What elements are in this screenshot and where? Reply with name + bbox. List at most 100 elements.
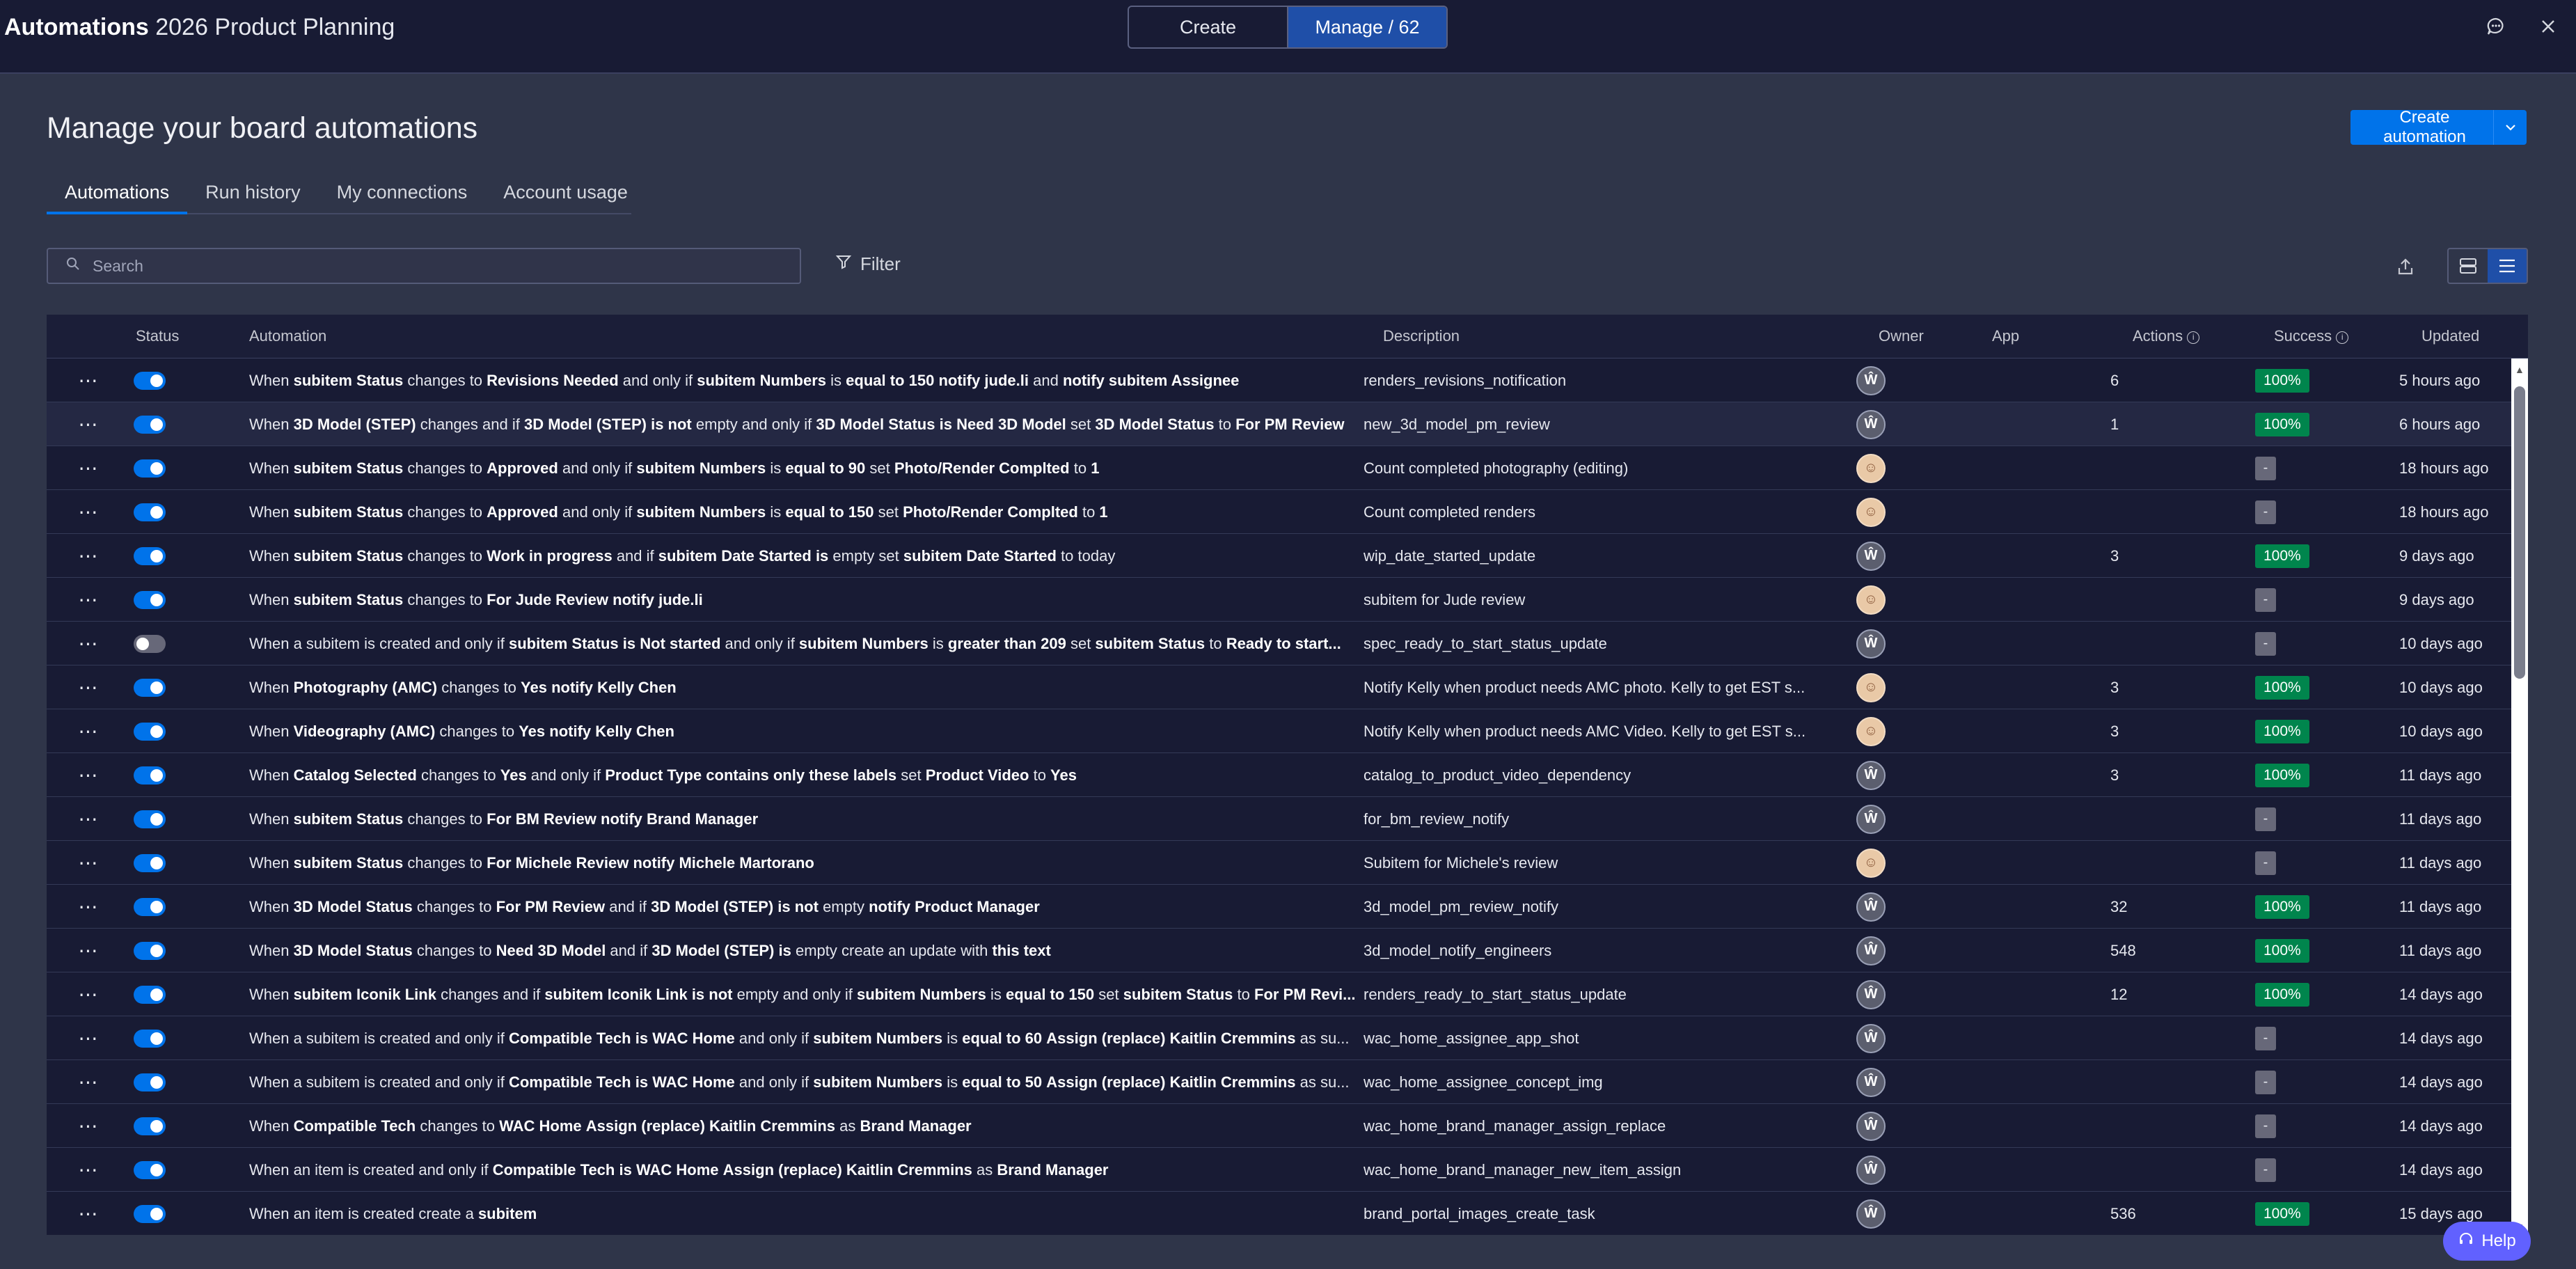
automation-recipe[interactable]: When subitem Status changes to For Miche… [249,841,1377,885]
avatar[interactable]: ☺ [1856,497,1886,527]
manage-mode-button[interactable]: Manage / 62 [1287,7,1446,47]
more-options-icon[interactable]: ⋯ [74,1016,102,1060]
status-toggle[interactable] [134,678,166,697]
automation-recipe[interactable]: When 3D Model Status changes to Need 3D … [249,929,1377,972]
table-row[interactable]: ⋯ When subitem Status changes to For Jude… [47,578,2528,622]
table-row[interactable]: ⋯ When Videography (AMC) changes to Yes n… [47,709,2528,753]
tab-account-usage[interactable]: Account usage [485,180,646,214]
status-toggle[interactable] [134,590,166,609]
table-row[interactable]: ⋯ When subitem Status changes to Revision… [47,358,2528,402]
automation-recipe[interactable]: When Photography (AMC) changes to Yes no… [249,665,1377,709]
automation-recipe[interactable]: When a subitem is created and only if Co… [249,1016,1377,1060]
table-row[interactable]: ⋯ When 3D Model Status changes to Need 3D… [47,929,2528,972]
status-toggle[interactable] [134,766,166,785]
status-toggle[interactable] [134,1073,166,1091]
avatar[interactable]: ☺ [1856,453,1886,483]
chevron-down-icon[interactable] [2493,110,2527,145]
status-toggle[interactable] [134,1117,166,1135]
more-options-icon[interactable]: ⋯ [74,753,102,797]
search-input[interactable] [93,256,761,276]
scrollbar-thumb[interactable] [2514,386,2525,679]
status-toggle[interactable] [134,503,166,521]
more-options-icon[interactable]: ⋯ [74,534,102,578]
more-options-icon[interactable]: ⋯ [74,1060,102,1104]
status-toggle[interactable] [134,985,166,1004]
tab-my-connections[interactable]: My connections [319,180,486,214]
table-row[interactable]: ⋯ When subitem Status changes to Work in … [47,534,2528,578]
scrollbar[interactable]: ▲ ▼ [2511,358,2528,1235]
more-options-icon[interactable]: ⋯ [74,446,102,490]
status-toggle[interactable] [134,810,166,828]
status-toggle[interactable] [134,546,166,565]
export-icon[interactable] [2392,253,2419,281]
status-toggle[interactable] [134,459,166,478]
more-options-icon[interactable]: ⋯ [74,1148,102,1192]
automation-recipe[interactable]: When subitem Status changes to Revisions… [249,358,1377,402]
more-options-icon[interactable]: ⋯ [74,972,102,1016]
table-row[interactable]: ⋯ When Catalog Selected changes to Yes an… [47,753,2528,797]
avatar[interactable]: Ŵ [1856,892,1886,922]
more-options-icon[interactable]: ⋯ [74,578,102,622]
automation-recipe[interactable]: When 3D Model (STEP) changes and if 3D M… [249,402,1377,446]
more-options-icon[interactable]: ⋯ [74,709,102,753]
more-options-icon[interactable]: ⋯ [74,402,102,446]
status-toggle[interactable] [134,371,166,390]
info-icon[interactable]: i [2187,331,2200,344]
create-automation-button[interactable]: Create automation [2350,108,2527,146]
automation-recipe[interactable]: When Videography (AMC) changes to Yes no… [249,709,1377,753]
status-toggle[interactable] [134,1160,166,1179]
more-options-icon[interactable]: ⋯ [74,358,102,402]
close-icon[interactable] [2536,14,2561,39]
table-row[interactable]: ⋯ When subitem Status changes to Approved… [47,490,2528,534]
more-options-icon[interactable]: ⋯ [74,797,102,841]
avatar[interactable]: ☺ [1856,672,1886,702]
tab-run-history[interactable]: Run history [187,180,319,214]
more-options-icon[interactable]: ⋯ [74,841,102,885]
create-mode-button[interactable]: Create [1129,7,1287,47]
avatar[interactable]: Ŵ [1856,409,1886,439]
more-options-icon[interactable]: ⋯ [74,622,102,665]
automation-recipe[interactable]: When an item is created create a subitem [249,1192,1377,1235]
card-view-icon[interactable] [2449,249,2488,283]
avatar[interactable]: Ŵ [1856,541,1886,571]
table-row[interactable]: ⋯ When a subitem is created and only if s… [47,622,2528,665]
scroll-up-icon[interactable]: ▲ [2515,364,2524,375]
automation-recipe[interactable]: When subitem Status changes to Work in p… [249,534,1377,578]
feedback-icon[interactable] [2483,14,2508,39]
automation-recipe[interactable]: When subitem Iconik Link changes and if … [249,972,1377,1016]
status-toggle[interactable] [134,415,166,434]
automation-recipe[interactable]: When 3D Model Status changes to For PM R… [249,885,1377,929]
status-toggle[interactable] [134,1204,166,1223]
filter-button[interactable]: Filter [835,253,901,275]
more-options-icon[interactable]: ⋯ [74,1104,102,1148]
automation-recipe[interactable]: When subitem Status changes to Approved … [249,490,1377,534]
avatar[interactable]: Ŵ [1856,1067,1886,1097]
avatar[interactable]: ☺ [1856,716,1886,746]
table-row[interactable]: ⋯ When subitem Status changes to For BM R… [47,797,2528,841]
automation-recipe[interactable]: When a subitem is created and only if su… [249,622,1377,665]
automation-recipe[interactable]: When subitem Status changes to For Jude … [249,578,1377,622]
automation-recipe[interactable]: When an item is created and only if Comp… [249,1148,1377,1192]
automation-recipe[interactable]: When Catalog Selected changes to Yes and… [249,753,1377,797]
table-row[interactable]: ⋯ When an item is created and only if Com… [47,1148,2528,1192]
list-view-icon[interactable] [2488,249,2527,283]
table-row[interactable]: ⋯ When subitem Status changes to Approved… [47,446,2528,490]
automation-recipe[interactable]: When subitem Status changes to Approved … [249,446,1377,490]
status-toggle[interactable] [134,941,166,960]
avatar[interactable]: Ŵ [1856,936,1886,965]
avatar[interactable]: ☺ [1856,848,1886,878]
table-row[interactable]: ⋯ When a subitem is created and only if C… [47,1060,2528,1104]
status-toggle[interactable] [134,853,166,872]
more-options-icon[interactable]: ⋯ [74,665,102,709]
more-options-icon[interactable]: ⋯ [74,929,102,972]
table-row[interactable]: ⋯ When an item is created create a subite… [47,1192,2528,1235]
avatar[interactable]: Ŵ [1856,1023,1886,1053]
table-row[interactable]: ⋯ When 3D Model (STEP) changes and if 3D … [47,402,2528,446]
tab-automations[interactable]: Automations [47,180,188,214]
avatar[interactable]: Ŵ [1856,760,1886,790]
status-toggle[interactable] [134,722,166,741]
status-toggle[interactable] [134,634,166,653]
avatar[interactable]: Ŵ [1856,1199,1886,1229]
table-row[interactable]: ⋯ When Photography (AMC) changes to Yes n… [47,665,2528,709]
avatar[interactable]: Ŵ [1856,1111,1886,1141]
